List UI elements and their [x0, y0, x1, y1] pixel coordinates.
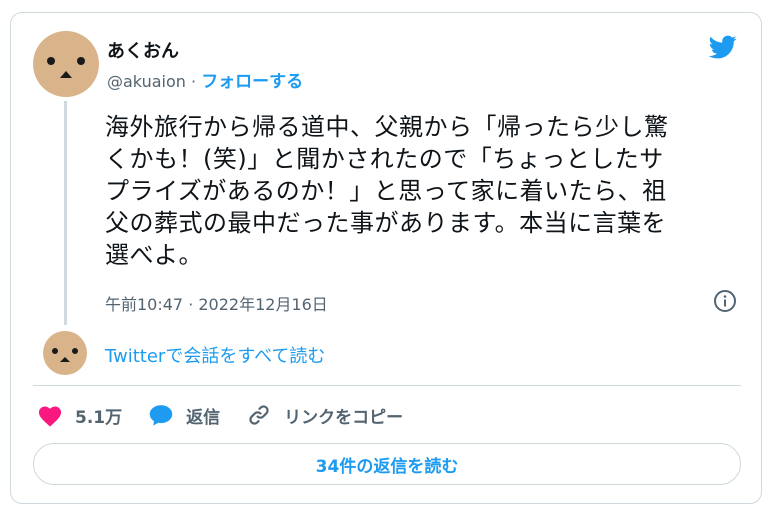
- reply-avatar[interactable]: [43, 331, 87, 375]
- speech-bubble-icon: [149, 405, 173, 426]
- tweet-timestamp[interactable]: 午前10:47 · 2022年12月16日: [105, 291, 328, 315]
- read-replies-button[interactable]: 34件の返信を読む: [33, 443, 741, 485]
- tweet-text-line: 海外旅行から帰る道中、父親から「帰ったら少し驚: [105, 113, 669, 141]
- read-conversation-link[interactable]: Twitterで会話をすべて読む: [105, 342, 325, 368]
- tweet-text-line: 父の葬式の最中だった事があります。本当に言葉を: [105, 209, 667, 237]
- action-bar: 5.1万 返信 リンクをコピー: [37, 401, 429, 429]
- follow-button[interactable]: フォローする: [201, 72, 303, 92]
- author-handle[interactable]: @akuaion: [107, 72, 186, 91]
- author-display-name[interactable]: あくおん: [107, 37, 179, 63]
- twitter-bird-icon[interactable]: [707, 33, 739, 61]
- heart-icon: [38, 406, 62, 427]
- divider: [33, 385, 741, 386]
- tweet-text: 海外旅行から帰る道中、父親から「帰ったら少し驚 くかも！(笑)」と聞かされたので…: [105, 111, 745, 271]
- reply-label: 返信: [186, 407, 221, 428]
- tweet-text-line: プライズがあるのか！」と思って家に着いたら、祖: [105, 177, 667, 205]
- avatar-mouth: [60, 71, 72, 78]
- copy-link-button[interactable]: リンクをコピー: [246, 403, 403, 428]
- link-icon: [249, 405, 269, 425]
- like-button[interactable]: 5.1万: [37, 403, 122, 428]
- thread-line: [64, 101, 67, 325]
- avatar-eye-right: [72, 348, 78, 354]
- avatar-mouth: [60, 357, 70, 362]
- avatar-eye-left: [47, 57, 55, 65]
- author-avatar[interactable]: [33, 31, 99, 97]
- info-icon[interactable]: [713, 289, 737, 313]
- author-handle-row: @akuaion · フォローする: [107, 67, 303, 92]
- avatar-eye-left: [52, 348, 58, 354]
- tweet-embed-card: あくおん @akuaion · フォローする 海外旅行から帰る道中、父親から「帰…: [10, 12, 762, 504]
- handle-separator: ·: [191, 72, 197, 91]
- avatar-eye-right: [77, 57, 85, 65]
- copy-link-label: リンクをコピー: [284, 407, 404, 428]
- reply-button[interactable]: 返信: [148, 403, 220, 428]
- tweet-text-line: くかも！(笑)」と聞かされたので「ちょっとしたサ: [105, 145, 664, 173]
- like-count: 5.1万: [75, 407, 123, 428]
- tweet-text-line: 選べよ。: [105, 241, 203, 269]
